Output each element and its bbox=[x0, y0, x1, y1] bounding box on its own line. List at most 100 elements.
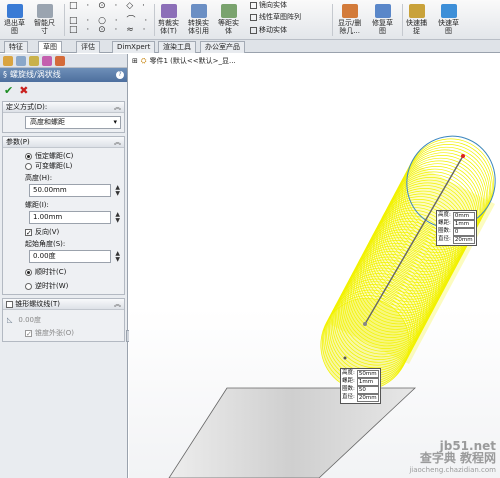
ribbon-separator bbox=[402, 4, 403, 36]
pitch-field[interactable]: 1.00mm bbox=[29, 211, 112, 224]
callout-key: 螺距: bbox=[342, 378, 355, 384]
clockwise-label: 顺时针(C) bbox=[35, 268, 67, 276]
callout-value: 50 bbox=[356, 386, 379, 394]
repair-sketch-button[interactable]: 修复草 图 bbox=[372, 4, 393, 35]
manager-tabs bbox=[0, 54, 127, 68]
helix-callout-start: 高度: 0mm 螺距: 1mm 圈数: 0 直径: 20mm bbox=[436, 210, 477, 246]
start-angle-spinner[interactable]: ▲ ▼ bbox=[115, 250, 120, 263]
helix-start-point bbox=[343, 356, 347, 360]
definition-header[interactable]: 定义方式(D): ︽ bbox=[3, 102, 124, 113]
callout-key: 圈数: bbox=[342, 386, 355, 392]
tab-render-tools[interactable]: 渲染工具 bbox=[158, 41, 196, 53]
quick-snaps-button[interactable]: 快速捕 捉 bbox=[406, 4, 427, 35]
repair-sketch-icon bbox=[374, 4, 391, 18]
command-manager-tabs: 特征 草图 评估 DimXpert 渲染工具 办公室产品 bbox=[0, 40, 500, 53]
sketch-tools-row-3[interactable]: □ · ⊙ · ≈ · bbox=[69, 25, 148, 35]
mirror-label: 镜向实体 bbox=[259, 1, 287, 9]
sketch-tools-row-1[interactable]: □ · ⊙ · ◇ · bbox=[69, 1, 148, 11]
pitch-spinner[interactable]: ▲ ▼ bbox=[115, 211, 120, 224]
quick-snaps-label: 快速捕 捉 bbox=[406, 19, 427, 35]
taper-section: 锥形螺纹线(T) ︽ ◺ 0.00度 ✓ 锥度外张(O) bbox=[2, 298, 125, 342]
tab-features[interactable]: 特征 bbox=[4, 41, 28, 53]
tab-dimxpert[interactable]: DimXpert bbox=[112, 41, 156, 53]
display-manager-icon[interactable] bbox=[55, 55, 65, 66]
feature-manager-icon[interactable] bbox=[3, 55, 13, 66]
pitch-label: 螺距(I): bbox=[25, 201, 49, 209]
variable-pitch-radio[interactable]: 可变螺距(L) bbox=[25, 161, 120, 171]
collapse-icon[interactable]: ︽ bbox=[114, 137, 121, 148]
start-angle-label: 起始角度(S): bbox=[25, 240, 66, 248]
quick-snaps-icon bbox=[408, 4, 425, 18]
ok-cancel-row: ✔ ✖ bbox=[0, 82, 127, 98]
linear-pattern-label: 线性草图阵列 bbox=[259, 13, 301, 21]
rapid-sketch-label: 快速草 图 bbox=[438, 19, 459, 35]
callout-key: 高度: bbox=[438, 212, 451, 218]
callout-value: 0 bbox=[452, 228, 475, 236]
radio-selected-icon bbox=[25, 268, 32, 276]
callout-key: 高度: bbox=[342, 370, 355, 376]
tab-evaluate[interactable]: 评估 bbox=[76, 41, 100, 53]
rapid-sketch-icon bbox=[440, 4, 457, 18]
property-manager-icon[interactable] bbox=[16, 55, 26, 66]
cancel-x-icon[interactable]: ✖ bbox=[19, 84, 28, 97]
convert-label: 转换实 体引用 bbox=[188, 19, 209, 35]
checkbox-checked-icon: ✓ bbox=[25, 329, 32, 338]
callout-key: 直径: bbox=[342, 394, 355, 400]
feature-tree-root[interactable]: ⊞ ⛭ 零件1 (默认<<默认>_显... bbox=[132, 56, 236, 66]
ribbon-separator bbox=[154, 4, 155, 36]
radio-icon bbox=[25, 282, 32, 290]
clockwise-radio[interactable]: 顺时针(C) bbox=[25, 267, 120, 277]
start-angle-field[interactable]: 0.00度 bbox=[29, 250, 112, 263]
callout-value: 20mm bbox=[356, 394, 379, 402]
smart-dimension-label: 智能尺 寸 bbox=[34, 19, 55, 35]
constant-pitch-radio[interactable]: 恒定螺距(C) bbox=[25, 151, 120, 161]
linear-pattern-button[interactable]: 线性草图阵列 bbox=[250, 12, 301, 22]
trim-entities-button[interactable]: 剪裁实 体(T) bbox=[158, 4, 179, 35]
mirror-entities-button[interactable]: 镜向实体 bbox=[250, 0, 287, 10]
smart-dimension-button[interactable]: 智能尺 寸 bbox=[34, 4, 55, 35]
collapse-icon[interactable]: ︽ bbox=[114, 299, 121, 310]
reverse-checkbox[interactable]: ✓ 反向(V) bbox=[25, 227, 120, 237]
height-label: 高度(H): bbox=[25, 174, 53, 182]
relations-label: 显示/删 除几... bbox=[338, 19, 362, 35]
callout-key: 螺距: bbox=[438, 220, 451, 226]
ok-check-icon[interactable]: ✔ bbox=[4, 84, 13, 97]
height-field[interactable]: 50.00mm bbox=[29, 184, 112, 197]
taper-header[interactable]: 锥形螺纹线(T) ︽ bbox=[3, 299, 124, 310]
watermark-line1: 查字典 教程网 bbox=[419, 451, 496, 465]
counter-clockwise-label: 逆时针(W) bbox=[35, 282, 69, 290]
definition-select[interactable]: 高度和螺距 ▾ bbox=[25, 116, 121, 129]
taper-outward-checkbox[interactable]: ✓ 锥度外张(O) bbox=[25, 328, 120, 338]
graphics-area[interactable]: ⊞ ⛭ 零件1 (默认<<默认>_显... 高度: 0mm 螺距: 1mm 圈数: 0… bbox=[129, 54, 500, 478]
height-spinner[interactable]: ▲ ▼ bbox=[115, 184, 120, 197]
variable-pitch-label: 可变螺距(L) bbox=[35, 162, 73, 170]
taper-checkbox[interactable] bbox=[6, 300, 13, 308]
taper-outward-label: 锥度外张(O) bbox=[35, 329, 74, 337]
expand-icon[interactable]: ⊞ bbox=[132, 57, 138, 65]
parameters-header-label: 参数(P) bbox=[6, 138, 30, 146]
tab-sketch[interactable]: 草图 bbox=[38, 41, 62, 53]
offset-entities-button[interactable]: 等距实 体 bbox=[218, 4, 239, 35]
counter-clockwise-radio[interactable]: 逆时针(W) bbox=[25, 281, 120, 291]
part-name: 零件1 (默认<<默认>_显... bbox=[149, 57, 236, 65]
move-entities-button[interactable]: 移动实体 bbox=[250, 25, 287, 35]
callout-key: 直径: bbox=[438, 236, 451, 242]
display-delete-relations-button[interactable]: 显示/删 除几... bbox=[338, 4, 361, 35]
repair-sketch-label: 修复草 图 bbox=[372, 19, 393, 35]
constant-pitch-label: 恒定螺距(C) bbox=[35, 152, 74, 160]
dimxpert-manager-icon[interactable] bbox=[42, 55, 52, 66]
trim-icon bbox=[160, 4, 177, 18]
parameters-header[interactable]: 参数(P) ︽ bbox=[3, 137, 124, 148]
convert-entities-button[interactable]: 转换实 体引用 bbox=[188, 4, 209, 35]
axis-start-point bbox=[363, 322, 367, 326]
collapse-icon[interactable]: ︽ bbox=[114, 102, 121, 113]
configuration-manager-icon[interactable] bbox=[29, 55, 39, 66]
exit-sketch-icon bbox=[6, 4, 23, 18]
tab-office-products[interactable]: 办公室产品 bbox=[200, 41, 245, 53]
mirror-icon bbox=[250, 1, 257, 9]
exit-sketch-button[interactable]: 退出草 图 bbox=[4, 4, 25, 35]
rapid-sketch-button[interactable]: 快速草 图 bbox=[438, 4, 459, 35]
taper-angle-value: 0.00度 bbox=[18, 315, 41, 324]
help-icon[interactable]: ? bbox=[116, 71, 124, 79]
smart-dimension-icon bbox=[36, 4, 53, 18]
